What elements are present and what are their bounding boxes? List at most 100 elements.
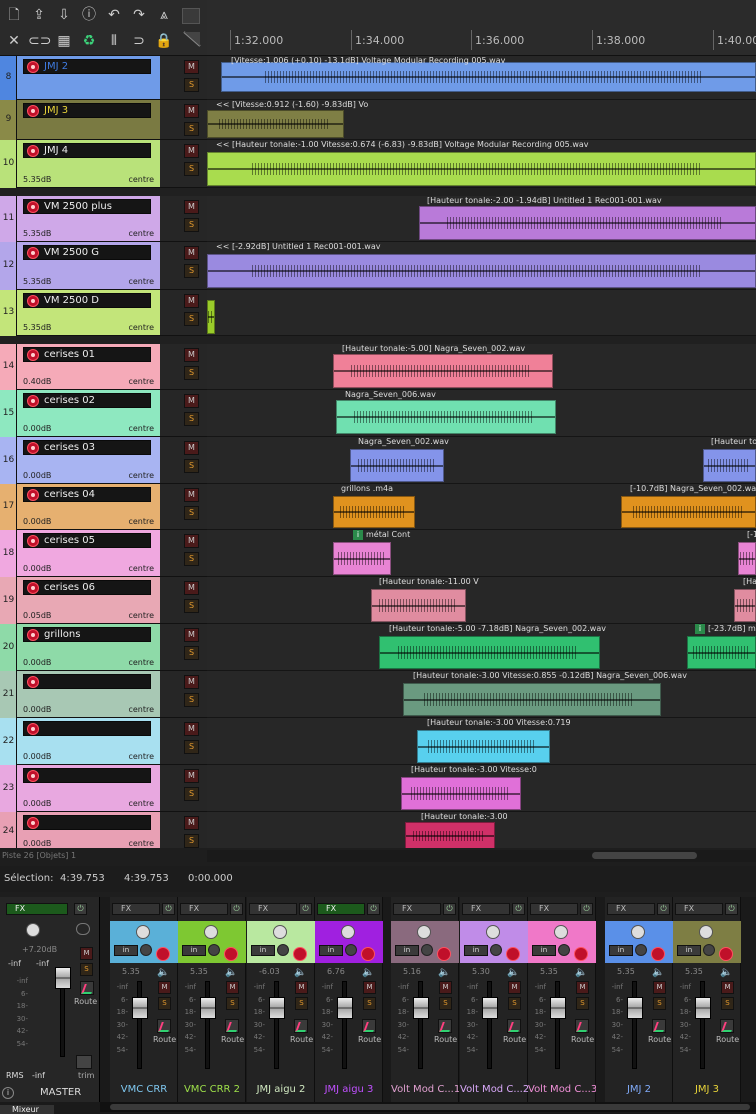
solo-button[interactable]: S: [653, 997, 666, 1010]
track-pan[interactable]: centre: [128, 564, 154, 573]
record-arm-button[interactable]: [27, 61, 39, 73]
solo-button[interactable]: S: [184, 552, 199, 566]
media-item[interactable]: [401, 777, 521, 810]
mute-button[interactable]: M: [576, 981, 589, 994]
track-header[interactable]: 0.00dB centre: [17, 765, 160, 812]
pan-knob[interactable]: [486, 925, 500, 939]
solo-button[interactable]: S: [184, 264, 199, 278]
track-pan[interactable]: centre: [128, 799, 154, 808]
track-volume[interactable]: 5.35dB: [23, 175, 51, 184]
track-volume[interactable]: 0.00dB: [23, 471, 51, 480]
solo-button[interactable]: S: [158, 997, 171, 1010]
track-header[interactable]: JMJ 2: [17, 56, 160, 100]
mute-button[interactable]: M: [184, 348, 199, 362]
track-name-box[interactable]: JMJ 4: [23, 143, 151, 158]
track-pan[interactable]: centre: [128, 611, 154, 620]
record-arm-button[interactable]: [27, 489, 39, 501]
track-number[interactable]: 23: [0, 765, 17, 812]
route-label[interactable]: Route: [648, 1035, 671, 1044]
media-item[interactable]: [687, 636, 756, 669]
track-header[interactable]: grillons 0.00dB centre: [17, 624, 160, 671]
media-item[interactable]: [207, 152, 756, 186]
track-lane[interactable]: Nagra_Seven_002.wav [Hauteur to: [207, 437, 756, 484]
solo-button[interactable]: S: [184, 366, 199, 380]
media-item[interactable]: [703, 449, 756, 482]
track-pan[interactable]: centre: [128, 517, 154, 526]
media-item[interactable]: [221, 62, 756, 92]
solo-button[interactable]: S: [184, 218, 199, 232]
fader-track[interactable]: [555, 981, 560, 1069]
solo-button[interactable]: S: [721, 997, 734, 1010]
track-header[interactable]: cerises 03 0.00dB centre: [17, 437, 160, 484]
volume-fader[interactable]: [550, 997, 566, 1019]
volume-fader[interactable]: [132, 997, 148, 1019]
track-name[interactable]: JMJ 4: [44, 144, 68, 158]
phase-icon[interactable]: [490, 944, 502, 956]
mute-button[interactable]: M: [184, 394, 199, 408]
track-pan[interactable]: centre: [128, 175, 154, 184]
volume-fader[interactable]: [269, 997, 285, 1019]
grid-icon[interactable]: ▦: [53, 30, 75, 52]
track-number[interactable]: 24: [0, 812, 17, 848]
route-label[interactable]: Route: [434, 1035, 457, 1044]
route-icon[interactable]: [652, 1019, 666, 1033]
volume-fader[interactable]: [337, 997, 353, 1019]
fader-track[interactable]: [487, 981, 492, 1069]
volume-fader[interactable]: [413, 997, 429, 1019]
media-item[interactable]: [207, 254, 756, 288]
selection-length[interactable]: 0:00.000: [188, 873, 233, 884]
master-route-icon[interactable]: [80, 981, 94, 995]
route-icon[interactable]: [575, 1019, 589, 1033]
arrange-hscroll-thumb[interactable]: [592, 852, 697, 859]
strip-name[interactable]: JMJ aigu 3: [315, 1077, 383, 1102]
phase-icon[interactable]: [558, 944, 570, 956]
mute-button[interactable]: M: [363, 981, 376, 994]
track-name[interactable]: JMJ 3: [44, 104, 68, 118]
track-name-box[interactable]: cerises 04: [23, 487, 151, 502]
strip-name[interactable]: Volt Mod C...2: [460, 1077, 528, 1102]
fader-track[interactable]: [137, 981, 142, 1069]
speaker-icon[interactable]: 🔈: [225, 967, 237, 978]
track-name[interactable]: JMJ 2: [44, 60, 68, 74]
track-lane[interactable]: << [Vitesse:0.912 (-1.60) -9.83dB] Vo: [207, 100, 756, 140]
mute-button[interactable]: M: [184, 294, 199, 308]
record-arm-button[interactable]: [27, 723, 39, 735]
lock-icon[interactable]: 🔒: [153, 30, 175, 52]
solo-button[interactable]: S: [439, 997, 452, 1010]
route-icon[interactable]: [157, 1019, 171, 1033]
crossfade-icon[interactable]: ✕: [3, 30, 25, 52]
speaker-icon[interactable]: 🔈: [507, 967, 519, 978]
track-pan[interactable]: centre: [128, 705, 154, 714]
selection-end[interactable]: 4:39.753: [124, 873, 169, 884]
record-arm-button[interactable]: [293, 947, 307, 961]
solo-button[interactable]: S: [184, 693, 199, 707]
track-pan[interactable]: centre: [128, 424, 154, 433]
ripple-icon[interactable]: ⦀: [103, 30, 125, 52]
mute-button[interactable]: M: [184, 200, 199, 214]
input-button[interactable]: in: [609, 945, 633, 956]
speaker-icon[interactable]: 🔈: [575, 967, 587, 978]
track-number[interactable]: 14: [0, 344, 17, 390]
track-number[interactable]: 17: [0, 484, 17, 530]
track-name-box[interactable]: cerises 02: [23, 393, 151, 408]
input-button[interactable]: in: [464, 945, 488, 956]
track-lane[interactable]: [Vitesse:1.006 (+0.10) -13.1dB] Voltage …: [207, 56, 756, 100]
track-lane[interactable]: [207, 290, 756, 336]
track-number[interactable]: 12: [0, 242, 17, 290]
phase-icon[interactable]: [345, 944, 357, 956]
mute-button[interactable]: M: [439, 981, 452, 994]
volume-fader[interactable]: [200, 997, 216, 1019]
phase-icon[interactable]: [635, 944, 647, 956]
track-number[interactable]: 22: [0, 718, 17, 765]
track-number[interactable]: 16: [0, 437, 17, 484]
track-header[interactable]: cerises 02 0.00dB centre: [17, 390, 160, 437]
track-number[interactable]: 15: [0, 390, 17, 437]
route-icon[interactable]: [720, 1019, 734, 1033]
track-name[interactable]: cerises 02: [44, 394, 95, 408]
record-arm-button[interactable]: [27, 817, 39, 829]
track-name-box[interactable]: cerises 01: [23, 347, 151, 362]
input-button[interactable]: in: [395, 945, 419, 956]
track-name[interactable]: VM 2500 G: [44, 246, 99, 260]
record-arm-button[interactable]: [27, 349, 39, 361]
save-down-icon[interactable]: ⇩: [53, 4, 75, 26]
